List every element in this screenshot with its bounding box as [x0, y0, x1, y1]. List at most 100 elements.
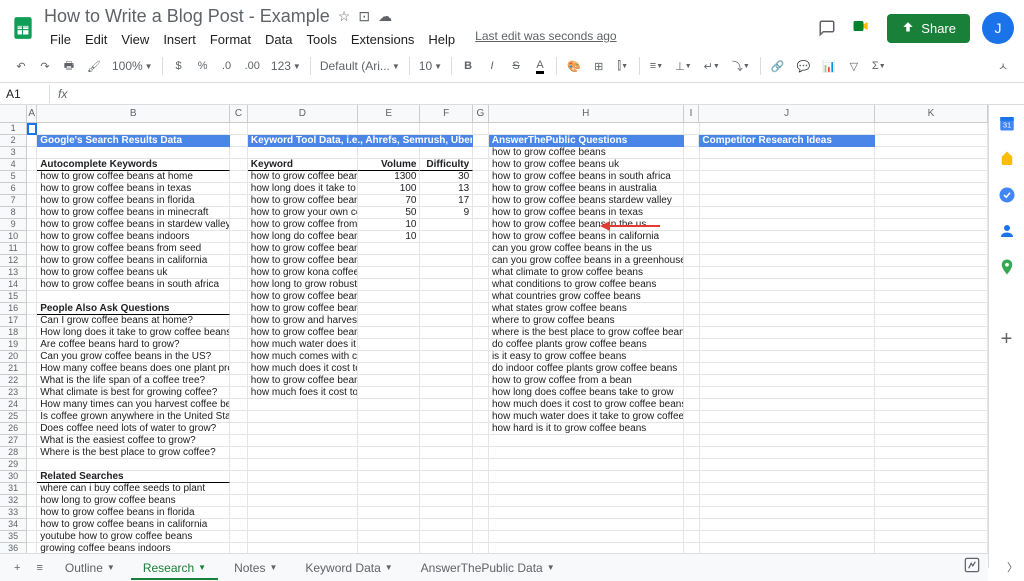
cell[interactable]: [358, 267, 420, 279]
sheet-tab-notes[interactable]: Notes▼: [222, 556, 289, 580]
cell[interactable]: [27, 291, 37, 303]
all-sheets-button[interactable]: ≡: [30, 558, 48, 578]
cell[interactable]: [27, 495, 37, 507]
cell[interactable]: [230, 159, 248, 171]
row-header[interactable]: 3: [0, 147, 27, 159]
cell[interactable]: [358, 411, 420, 423]
cell[interactable]: [358, 447, 420, 459]
cell[interactable]: how to grow coffee beans in california: [37, 255, 230, 267]
cell[interactable]: [875, 351, 988, 363]
cell[interactable]: how to grow coffee from a bean: [489, 375, 684, 387]
cell[interactable]: [420, 471, 473, 483]
cell[interactable]: [473, 255, 489, 267]
cell[interactable]: [27, 159, 37, 171]
cell[interactable]: how to grow coffee beans in texas: [489, 207, 684, 219]
cell[interactable]: [875, 315, 988, 327]
cell[interactable]: [473, 423, 489, 435]
row-header[interactable]: 13: [0, 267, 27, 279]
cell[interactable]: how to grow coffee beans in california: [489, 231, 684, 243]
cell[interactable]: [700, 375, 875, 387]
cell[interactable]: [473, 387, 489, 399]
cell[interactable]: how to grow coffee from beans: [248, 219, 358, 231]
cell[interactable]: [358, 123, 420, 135]
cell[interactable]: What is the life span of a coffee tree?: [37, 375, 230, 387]
cell[interactable]: [230, 531, 248, 543]
cell[interactable]: [700, 459, 875, 471]
cell[interactable]: [700, 183, 875, 195]
cell[interactable]: [420, 351, 473, 363]
cell[interactable]: [473, 315, 489, 327]
cell[interactable]: 70: [358, 195, 420, 207]
cell[interactable]: [230, 435, 248, 447]
hide-side-panel-button[interactable]: 〉: [1007, 559, 1018, 575]
cell[interactable]: [700, 387, 875, 399]
row-header[interactable]: 28: [0, 447, 27, 459]
cell[interactable]: [489, 495, 684, 507]
cell[interactable]: [473, 483, 489, 495]
cell[interactable]: [473, 147, 489, 159]
cell[interactable]: [230, 423, 248, 435]
cell[interactable]: 13: [420, 183, 473, 195]
collapse-toolbar-button[interactable]: ㅅ: [992, 54, 1014, 78]
cell[interactable]: [473, 411, 489, 423]
cell[interactable]: do indoor coffee plants grow coffee bean…: [489, 363, 684, 375]
cell[interactable]: [358, 399, 420, 411]
cell[interactable]: Volume: [358, 159, 420, 171]
cell[interactable]: [358, 519, 420, 531]
cell[interactable]: [27, 471, 37, 483]
cell[interactable]: can you grow coffee beans in a greenhous…: [489, 255, 684, 267]
cell[interactable]: [700, 339, 875, 351]
cell[interactable]: youtube how to grow coffee beans: [37, 531, 230, 543]
cell[interactable]: [684, 303, 700, 315]
cell[interactable]: [358, 387, 420, 399]
cell[interactable]: [700, 123, 875, 135]
bold-button[interactable]: B: [457, 54, 479, 78]
cell[interactable]: [420, 495, 473, 507]
cell[interactable]: Are coffee beans hard to grow?: [37, 339, 230, 351]
cell[interactable]: [230, 471, 248, 483]
row-header[interactable]: 4: [0, 159, 27, 171]
cell[interactable]: [875, 327, 988, 339]
cell[interactable]: [230, 147, 248, 159]
cell[interactable]: How many times can you harvest coffee be…: [37, 399, 230, 411]
h-align-button[interactable]: ≡▼: [645, 54, 668, 78]
cell[interactable]: [684, 519, 700, 531]
cell[interactable]: [684, 219, 700, 231]
cell[interactable]: [489, 531, 684, 543]
select-all-corner[interactable]: [0, 105, 27, 122]
cell[interactable]: [684, 159, 700, 171]
cell[interactable]: [248, 123, 358, 135]
cell[interactable]: [230, 207, 248, 219]
star-icon[interactable]: ☆: [338, 8, 351, 25]
cell[interactable]: [27, 411, 37, 423]
cell[interactable]: [473, 327, 489, 339]
cell[interactable]: [27, 423, 37, 435]
link-button[interactable]: 🔗: [766, 54, 790, 78]
cell[interactable]: [27, 303, 37, 315]
cell[interactable]: [700, 435, 875, 447]
menu-format[interactable]: Format: [204, 29, 257, 50]
sheet-tab-outline[interactable]: Outline▼: [53, 556, 127, 580]
row-header[interactable]: 23: [0, 387, 27, 399]
cell[interactable]: where can i buy coffee seeds to plant: [37, 483, 230, 495]
cell[interactable]: [473, 459, 489, 471]
cell[interactable]: [700, 411, 875, 423]
cell[interactable]: [473, 519, 489, 531]
grid-rows[interactable]: 12Google's Search Results DataKeyword To…: [0, 123, 988, 567]
cell[interactable]: [420, 315, 473, 327]
paint-format-button[interactable]: 🖌: [82, 54, 106, 78]
col-header-a[interactable]: A: [27, 105, 37, 122]
cell[interactable]: [473, 195, 489, 207]
cell[interactable]: [27, 123, 37, 135]
cell[interactable]: [700, 315, 875, 327]
cell[interactable]: how to grow coffee beans at home: [248, 195, 358, 207]
cell[interactable]: [473, 267, 489, 279]
cell[interactable]: [489, 435, 684, 447]
cell[interactable]: [230, 183, 248, 195]
cell[interactable]: [230, 387, 248, 399]
cell[interactable]: [875, 375, 988, 387]
cell[interactable]: [684, 255, 700, 267]
italic-button[interactable]: I: [481, 54, 503, 78]
account-avatar[interactable]: J: [982, 12, 1014, 44]
cell[interactable]: [684, 135, 700, 147]
